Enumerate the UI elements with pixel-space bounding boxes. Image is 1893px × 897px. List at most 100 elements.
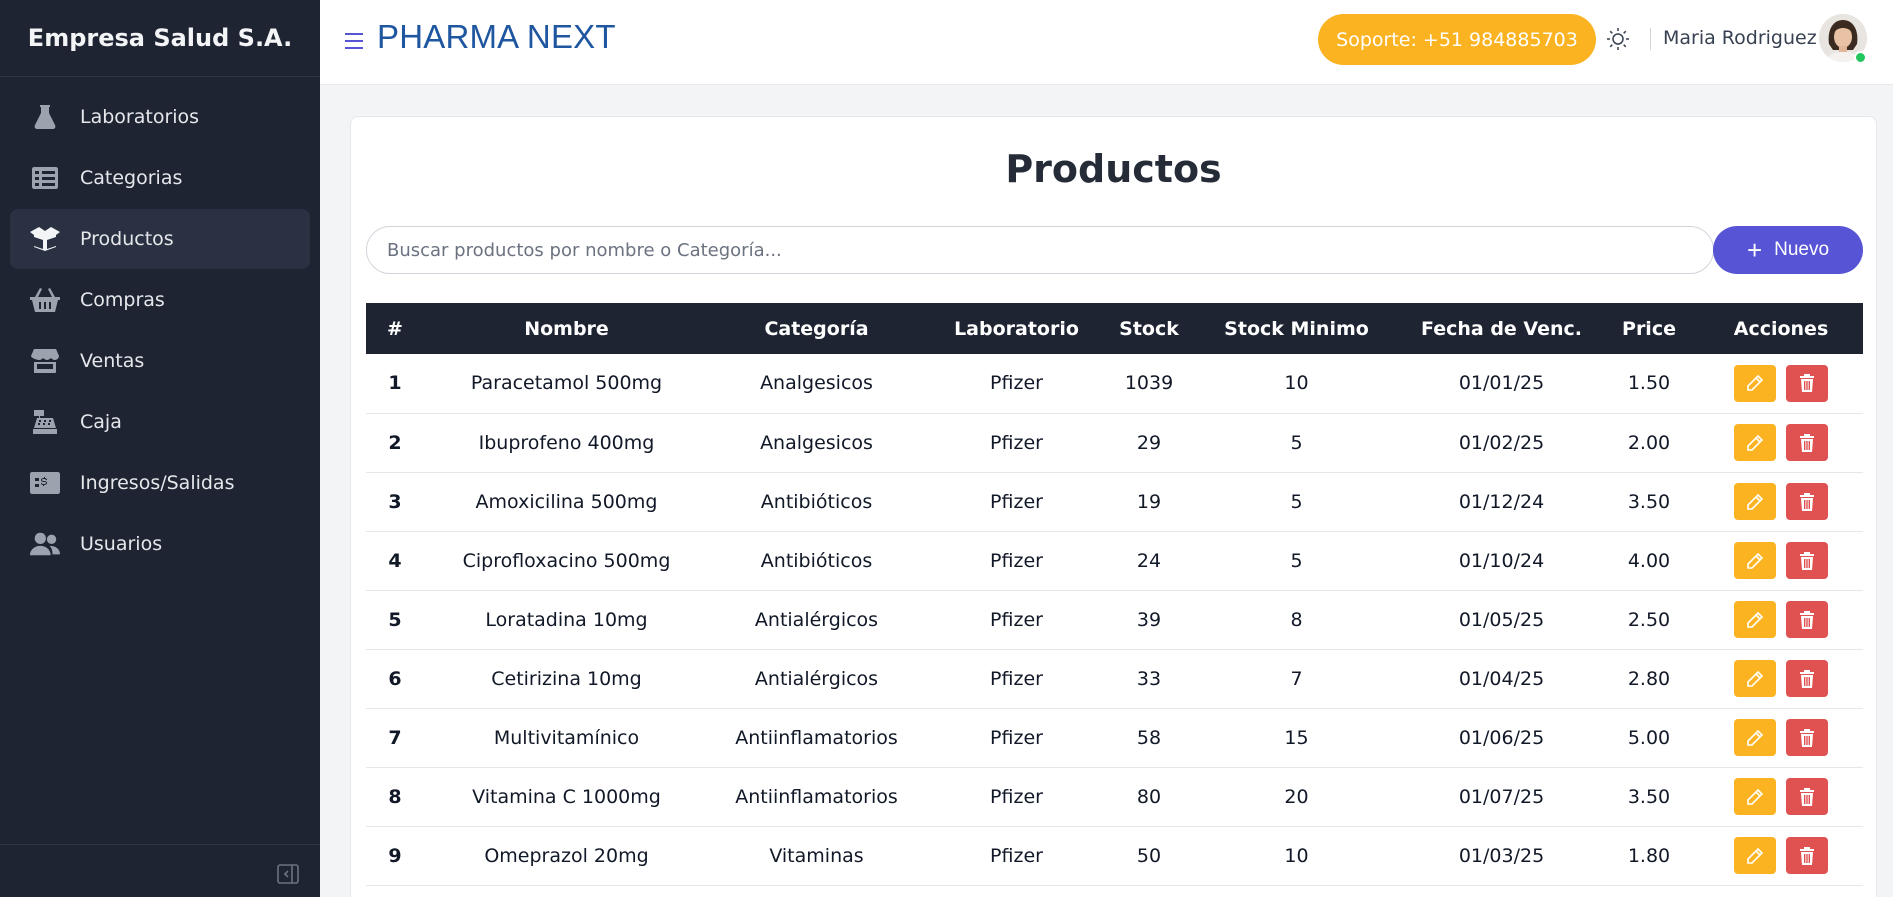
sidebar-item-label: Compras — [80, 289, 165, 311]
product-min-stock: 8 — [1290, 608, 1303, 631]
table-row: 9 Omeprazol 20mg Vitaminas Pfizer 50 10 01/03/… — [366, 826, 1863, 885]
product-expiry-date: 01/04/25 — [1458, 667, 1545, 690]
product-expiry-date: 01/12/24 — [1458, 490, 1545, 513]
product-min-stock: 10 — [1284, 372, 1309, 395]
search-input[interactable] — [366, 226, 1714, 274]
product-expiry-date: 01/07/25 — [1458, 785, 1545, 808]
pencil-icon — [1746, 552, 1764, 570]
money-bill-icon — [30, 470, 60, 496]
sidebar-menu: Laboratorios Categorias Productos Compra… — [0, 77, 320, 574]
table-row: 5 Loratadina 10mg Antialérgicos Pfizer 39 8 01… — [366, 590, 1863, 649]
edit-button[interactable] — [1734, 837, 1776, 874]
delete-button[interactable] — [1786, 424, 1828, 461]
product-min-stock: 5 — [1290, 490, 1303, 513]
users-icon — [30, 531, 60, 557]
product-min-stock: 20 — [1284, 785, 1309, 808]
new-product-button[interactable]: + Nuevo — [1713, 226, 1863, 274]
cash-register-icon — [30, 409, 60, 435]
sidebar-item-usuarios[interactable]: Usuarios — [10, 514, 310, 574]
product-stock: 19 — [1136, 490, 1162, 513]
sidebar-item-categorias[interactable]: Categorias — [10, 148, 310, 208]
product-category: Analgesicos — [760, 431, 873, 454]
product-category: Antiinflamatorios — [735, 726, 898, 749]
sidebar-item-caja[interactable]: Caja — [10, 392, 310, 452]
pencil-icon — [1746, 729, 1764, 747]
company-name: Empresa Salud S.A. — [0, 0, 320, 77]
edit-button[interactable] — [1734, 719, 1776, 756]
row-number: 2 — [388, 431, 402, 454]
row-actions — [1699, 472, 1863, 531]
delete-button[interactable] — [1786, 778, 1828, 815]
delete-button[interactable] — [1786, 483, 1828, 520]
sidebar-item-label: Ventas — [80, 350, 145, 372]
table-row: 3 Amoxicilina 500mg Antibióticos Pfizer 19 5 0… — [366, 472, 1863, 531]
product-price: 2.80 — [1627, 667, 1671, 690]
product-laboratory: Pfizer — [990, 667, 1043, 690]
sidebar-item-ingresos-salidas[interactable]: Ingresos/Salidas — [10, 453, 310, 513]
delete-button[interactable] — [1786, 542, 1828, 579]
collapse-sidebar-icon[interactable] — [276, 862, 300, 886]
product-price: 3.50 — [1627, 785, 1671, 808]
trash-icon — [1799, 433, 1815, 452]
product-stock: 80 — [1136, 785, 1162, 808]
product-price: 1.80 — [1627, 844, 1671, 867]
product-stock: 58 — [1136, 726, 1162, 749]
product-min-stock: 7 — [1290, 667, 1303, 690]
edit-button[interactable] — [1734, 424, 1776, 461]
product-laboratory: Pfizer — [990, 608, 1043, 631]
delete-button[interactable] — [1786, 719, 1828, 756]
basket-icon — [30, 287, 60, 313]
column-header: Stock Minimo — [1224, 317, 1369, 340]
product-category: Analgesicos — [760, 372, 873, 395]
table-row: 4 Ciprofloxacino 500mg Antibióticos Pfizer 2… — [366, 531, 1863, 590]
sidebar-item-label: Categorias — [80, 167, 183, 189]
table-row: 2 Ibuprofeno 400mg Analgesicos Pfizer 29 5 01/… — [366, 413, 1863, 472]
user-name[interactable]: Maria Rodriguez — [1663, 27, 1817, 49]
support-button[interactable]: Soporte: +51 984885703 — [1318, 14, 1596, 65]
sidebar-item-label: Laboratorios — [80, 106, 200, 128]
sidebar-item-productos[interactable]: Productos — [10, 209, 310, 269]
row-actions — [1699, 767, 1863, 826]
pencil-icon — [1746, 611, 1764, 629]
sun-icon[interactable] — [1606, 27, 1630, 51]
trash-icon — [1799, 846, 1815, 865]
pencil-icon — [1746, 374, 1764, 392]
sidebar-item-compras[interactable]: Compras — [10, 270, 310, 330]
product-category: Vitaminas — [769, 844, 864, 867]
sidebar-item-label: Caja — [80, 411, 122, 433]
delete-button[interactable] — [1786, 660, 1828, 697]
edit-button[interactable] — [1734, 364, 1776, 402]
product-price: 2.50 — [1627, 608, 1671, 631]
row-actions — [1699, 531, 1863, 590]
box-open-icon — [30, 226, 60, 252]
product-stock: 1039 — [1124, 372, 1174, 395]
row-number: 7 — [388, 726, 402, 749]
delete-button[interactable] — [1786, 837, 1828, 874]
column-header: Categoría — [764, 317, 869, 340]
edit-button[interactable] — [1734, 542, 1776, 579]
top-header: PHARMA NEXT Soporte: +51 984885703 Maria… — [320, 0, 1893, 85]
pencil-icon — [1746, 434, 1764, 452]
hamburger-menu-icon[interactable] — [344, 30, 364, 52]
table-body: 1 Paracetamol 500mg Analgesicos Pfizer 1039 1… — [366, 354, 1863, 885]
edit-button[interactable] — [1734, 660, 1776, 697]
delete-button[interactable] — [1786, 601, 1828, 638]
edit-button[interactable] — [1734, 778, 1776, 815]
edit-button[interactable] — [1734, 601, 1776, 638]
product-laboratory: Pfizer — [990, 431, 1043, 454]
product-category: Antialérgicos — [754, 608, 879, 631]
row-number: 4 — [388, 549, 402, 572]
sidebar-item-ventas[interactable]: Ventas — [10, 331, 310, 391]
column-header: Nombre — [524, 317, 609, 340]
product-laboratory: Pfizer — [990, 372, 1043, 395]
trash-icon — [1799, 551, 1815, 570]
delete-button[interactable] — [1786, 364, 1828, 402]
table-row: 7 Multivitamínico Antiinflamatorios Pfizer 5… — [366, 708, 1863, 767]
row-number: 6 — [388, 667, 402, 690]
column-header: Price — [1622, 317, 1676, 340]
edit-button[interactable] — [1734, 483, 1776, 520]
column-header: Laboratorio — [954, 317, 1079, 340]
sidebar: Empresa Salud S.A. Laboratorios Categori… — [0, 0, 320, 897]
sidebar-item-laboratorios[interactable]: Laboratorios — [10, 87, 310, 147]
column-header: # — [387, 317, 403, 340]
